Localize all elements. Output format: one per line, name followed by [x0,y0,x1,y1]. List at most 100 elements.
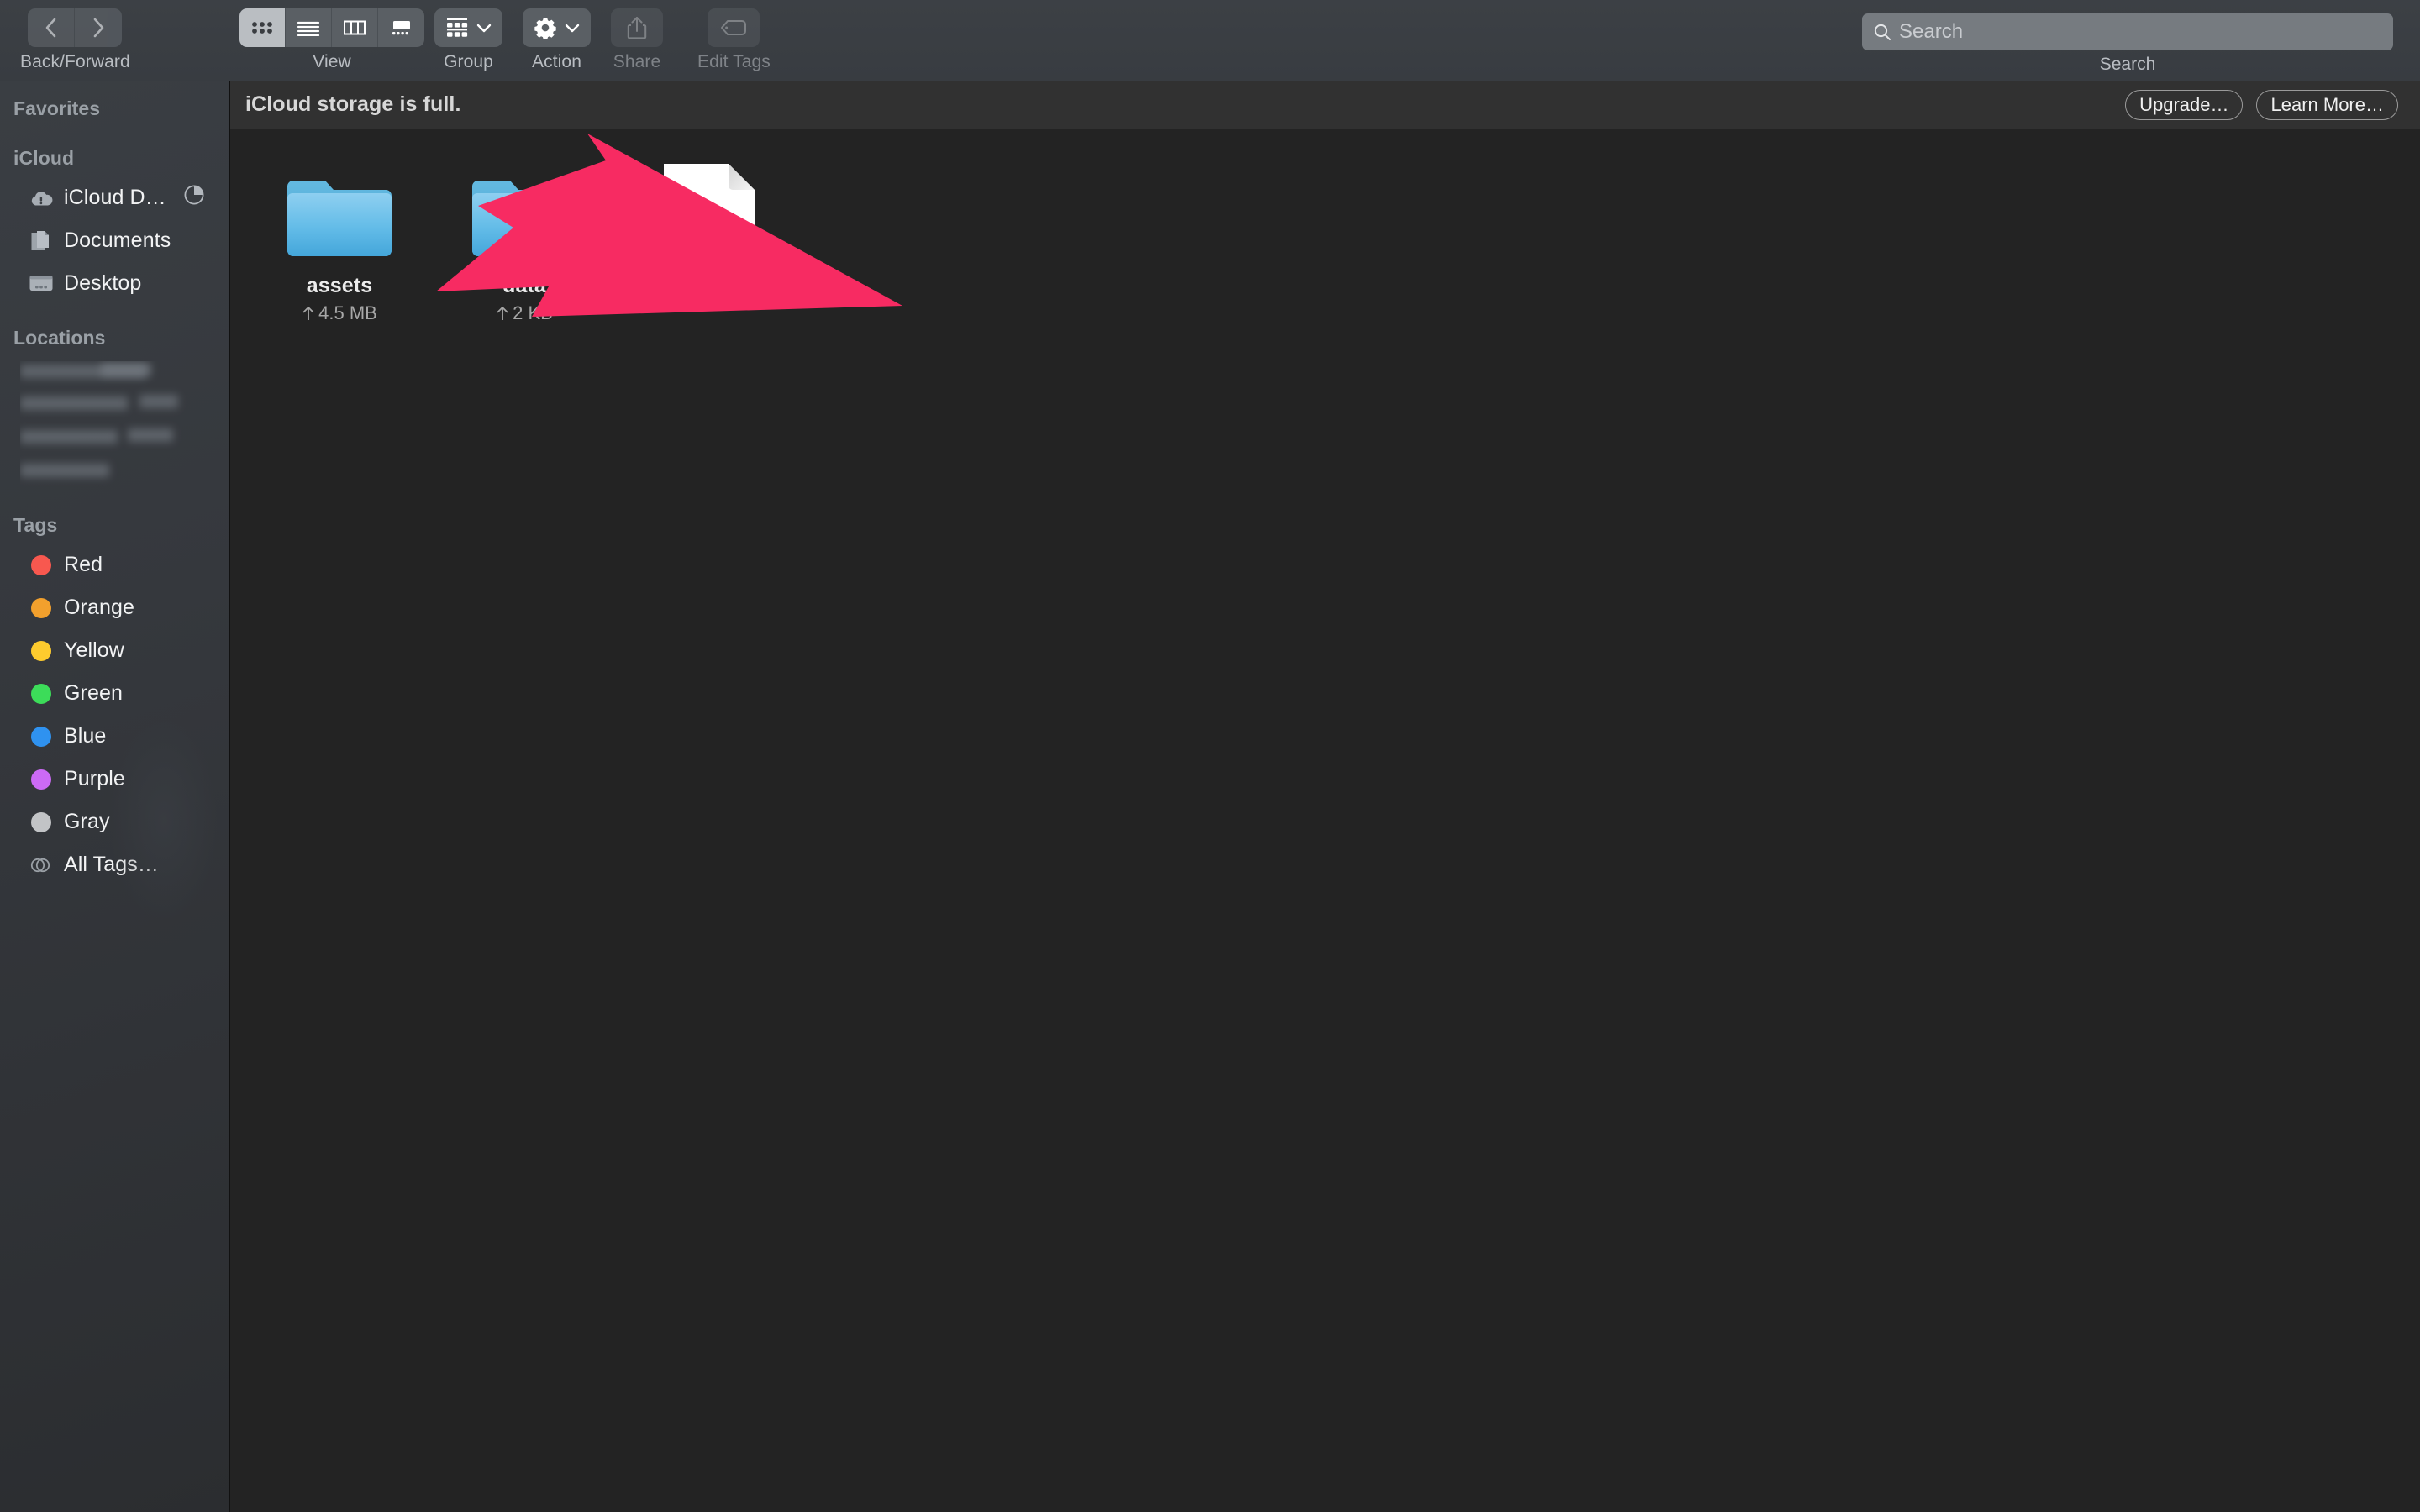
search-input[interactable] [1899,20,2383,44]
sidebar-item-tag-green[interactable]: Green [0,672,229,715]
file-item-data[interactable]: data 2 KB [432,148,617,324]
search-icon [1874,24,1891,40]
file-size: 4.5 MB [302,302,377,324]
tag-dot-icon [29,726,54,747]
edit-tags-button[interactable] [708,8,760,47]
share-upload-icon [627,17,647,39]
group-label: Group [444,52,493,71]
file-size-text: 2 KB [513,302,553,323]
pie-progress-icon [183,184,205,212]
chevron-down-icon [565,24,580,33]
sidebar-item-label: All Tags… [64,853,159,876]
chevron-left-icon [45,18,56,38]
icloud-storage-notice: iCloud storage is full. Upgrade… Learn M… [230,81,2420,129]
toolbar: Back/Forward View Group Action Share Edi… [0,0,2420,81]
sidebar-item-label: Purple [64,767,125,790]
icon-view-icon [252,22,272,34]
tag-dot-icon [29,811,54,832]
file-name: data [502,274,546,297]
file-item-assets[interactable]: assets 4.5 MB [247,148,432,324]
upload-arrow-icon [497,307,508,320]
action-label: Action [532,52,581,71]
window-body: Favorites iCloud iCloud D… Documents Des… [0,81,2420,1512]
tag-dot-icon [29,683,54,704]
edit-tags-button-group: Edit Tags [697,8,771,72]
sidebar-item-tag-red[interactable]: Red [0,543,229,586]
group-button-group: Group [434,8,502,72]
sidebar-section-favorites: Favorites [13,97,101,119]
search-label: Search [2099,55,2156,74]
notice-message: iCloud storage is full. [245,92,461,116]
view-label: View [313,52,351,71]
file-size: 2 KB [496,302,553,324]
folder-icon [285,153,394,262]
search-group: Search [1862,13,2393,75]
back-forward-label: Back/Forward [20,52,130,71]
folder-icon [470,153,579,262]
sidebar-section-icloud: iCloud [13,147,75,169]
sidebar-item-desktop[interactable]: Desktop [0,262,229,305]
icloud-alert-icon [29,189,54,207]
sidebar-item-tag-purple[interactable]: Purple [0,758,229,801]
content-area: iCloud storage is full. Upgrade… Learn M… [230,81,2420,1512]
sidebar-section-tags: Tags [13,514,58,536]
action-button-group: Action [523,8,591,72]
chevron-down-icon [476,24,492,33]
sidebar-item-label: Orange [64,596,134,619]
share-button-group: Share [611,8,663,72]
sidebar-locations-redacted[interactable] [20,361,201,496]
sidebar-item-tag-blue[interactable]: Blue [0,715,229,758]
documents-icon [29,229,54,253]
upload-arrow-icon [302,307,314,320]
tag-dot-icon [29,554,54,575]
forward-button[interactable] [75,8,123,47]
list-view-icon [297,21,320,36]
edit-tags-label: Edit Tags [697,52,771,71]
group-grid-icon [447,18,468,37]
share-button[interactable] [611,8,663,47]
sidebar-section-locations: Locations [13,327,106,349]
all-tags-icon [29,855,54,875]
back-forward-group: Back/Forward [20,8,130,72]
search-field[interactable] [1862,13,2393,50]
gear-icon [534,18,556,39]
view-column-button[interactable] [332,8,378,47]
sidebar-item-label: Red [64,553,103,576]
group-button[interactable] [434,8,502,47]
sidebar-item-icloud-drive[interactable]: iCloud D… [0,176,229,219]
file-name: Your archive.html [628,274,791,297]
file-name: assets [306,274,373,297]
sidebar-item-tag-yellow[interactable]: Yellow [0,629,229,672]
file-item-your-archive-html[interactable]: Your archive.html [617,148,802,324]
back-button[interactable] [28,8,76,47]
notice-buttons: Upgrade… Learn More… [2125,89,2398,120]
document-icon [659,153,760,262]
learn-more-button[interactable]: Learn More… [2256,89,2398,120]
chevron-right-icon [94,18,104,38]
sidebar-item-label: iCloud D… [64,186,166,209]
upgrade-button[interactable]: Upgrade… [2125,89,2244,120]
column-view-icon [344,20,366,35]
desktop-icon [29,274,54,294]
action-button[interactable] [523,8,591,47]
sidebar-item-all-tags[interactable]: All Tags… [0,843,229,886]
view-gallery-button[interactable] [378,8,424,47]
tag-dot-icon [29,769,54,790]
tag-dot-icon [29,640,54,661]
sidebar-item-documents[interactable]: Documents [0,219,229,262]
share-label: Share [613,52,661,71]
view-icon-button[interactable] [239,8,286,47]
sidebar-item-label: Blue [64,724,107,748]
file-grid: assets 4.5 MB data 2 KB Your archive.htm… [247,148,2420,324]
view-list-button[interactable] [286,8,332,47]
tag-dot-icon [29,597,54,618]
tag-icon [721,20,747,35]
finder-window: Back/Forward View Group Action Share Edi… [0,0,2420,1512]
view-group: View [239,8,424,72]
sidebar-item-tag-gray[interactable]: Gray [0,801,229,843]
view-segmented-control[interactable] [239,8,424,47]
sidebar-item-tag-orange[interactable]: Orange [0,586,229,629]
file-grid-area[interactable]: assets 4.5 MB data 2 KB Your archive.htm… [230,129,2420,1512]
sidebar-item-label: Yellow [64,638,124,662]
sidebar[interactable]: Favorites iCloud iCloud D… Documents Des… [0,81,230,1512]
